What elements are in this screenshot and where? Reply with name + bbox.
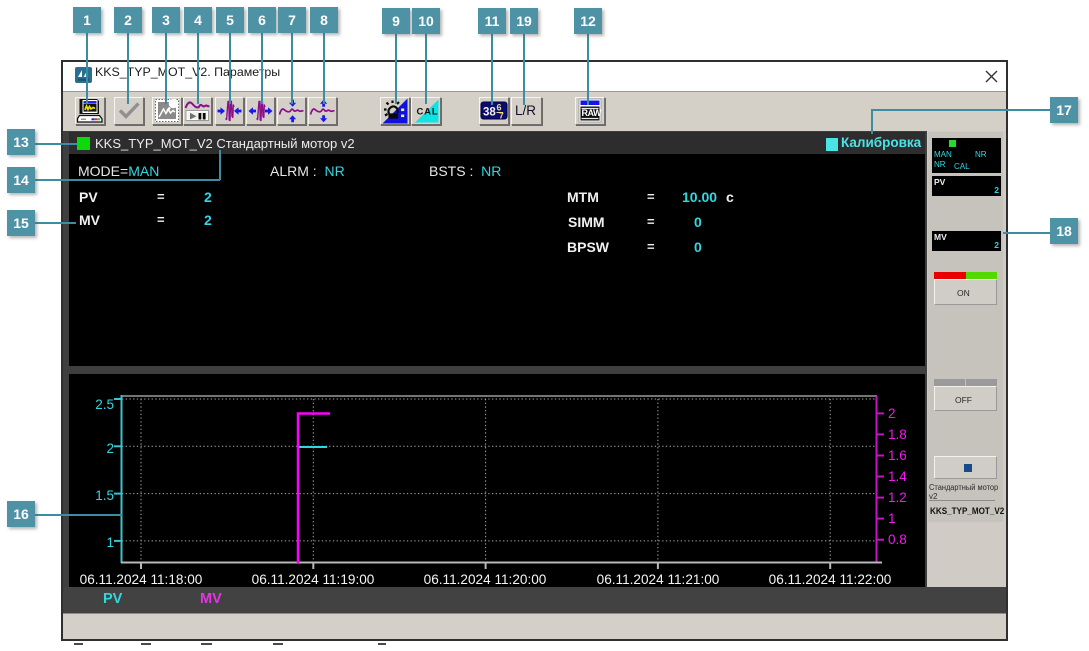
svg-text:1.5: 1.5 [95, 488, 114, 503]
svg-text:2: 2 [106, 441, 114, 456]
svg-text:06.11.2024 11:21:00: 06.11.2024 11:21:00 [597, 572, 720, 587]
svg-text:06.11.2024 11:20:00: 06.11.2024 11:20:00 [424, 572, 547, 587]
svg-text:RAW: RAW [582, 108, 603, 118]
svg-text:06.11.2024 11:19:00: 06.11.2024 11:19:00 [252, 572, 375, 587]
svg-text:1.8: 1.8 [888, 427, 907, 442]
svg-text:38: 38 [483, 107, 496, 119]
svg-text:1.6: 1.6 [888, 448, 907, 463]
svg-text:1.2: 1.2 [888, 490, 907, 505]
svg-text:2.5: 2.5 [95, 397, 114, 412]
svg-text:CAL: CAL [416, 107, 438, 118]
svg-text:1: 1 [888, 511, 896, 526]
svg-text:06.11.2024 11:22:00: 06.11.2024 11:22:00 [769, 572, 892, 587]
svg-text:06.11.2024 11:18:00: 06.11.2024 11:18:00 [80, 572, 203, 587]
svg-text:1.4: 1.4 [888, 469, 907, 484]
svg-text:0.8: 0.8 [888, 532, 907, 547]
svg-text:1: 1 [106, 535, 114, 550]
svg-text:2: 2 [888, 406, 896, 421]
